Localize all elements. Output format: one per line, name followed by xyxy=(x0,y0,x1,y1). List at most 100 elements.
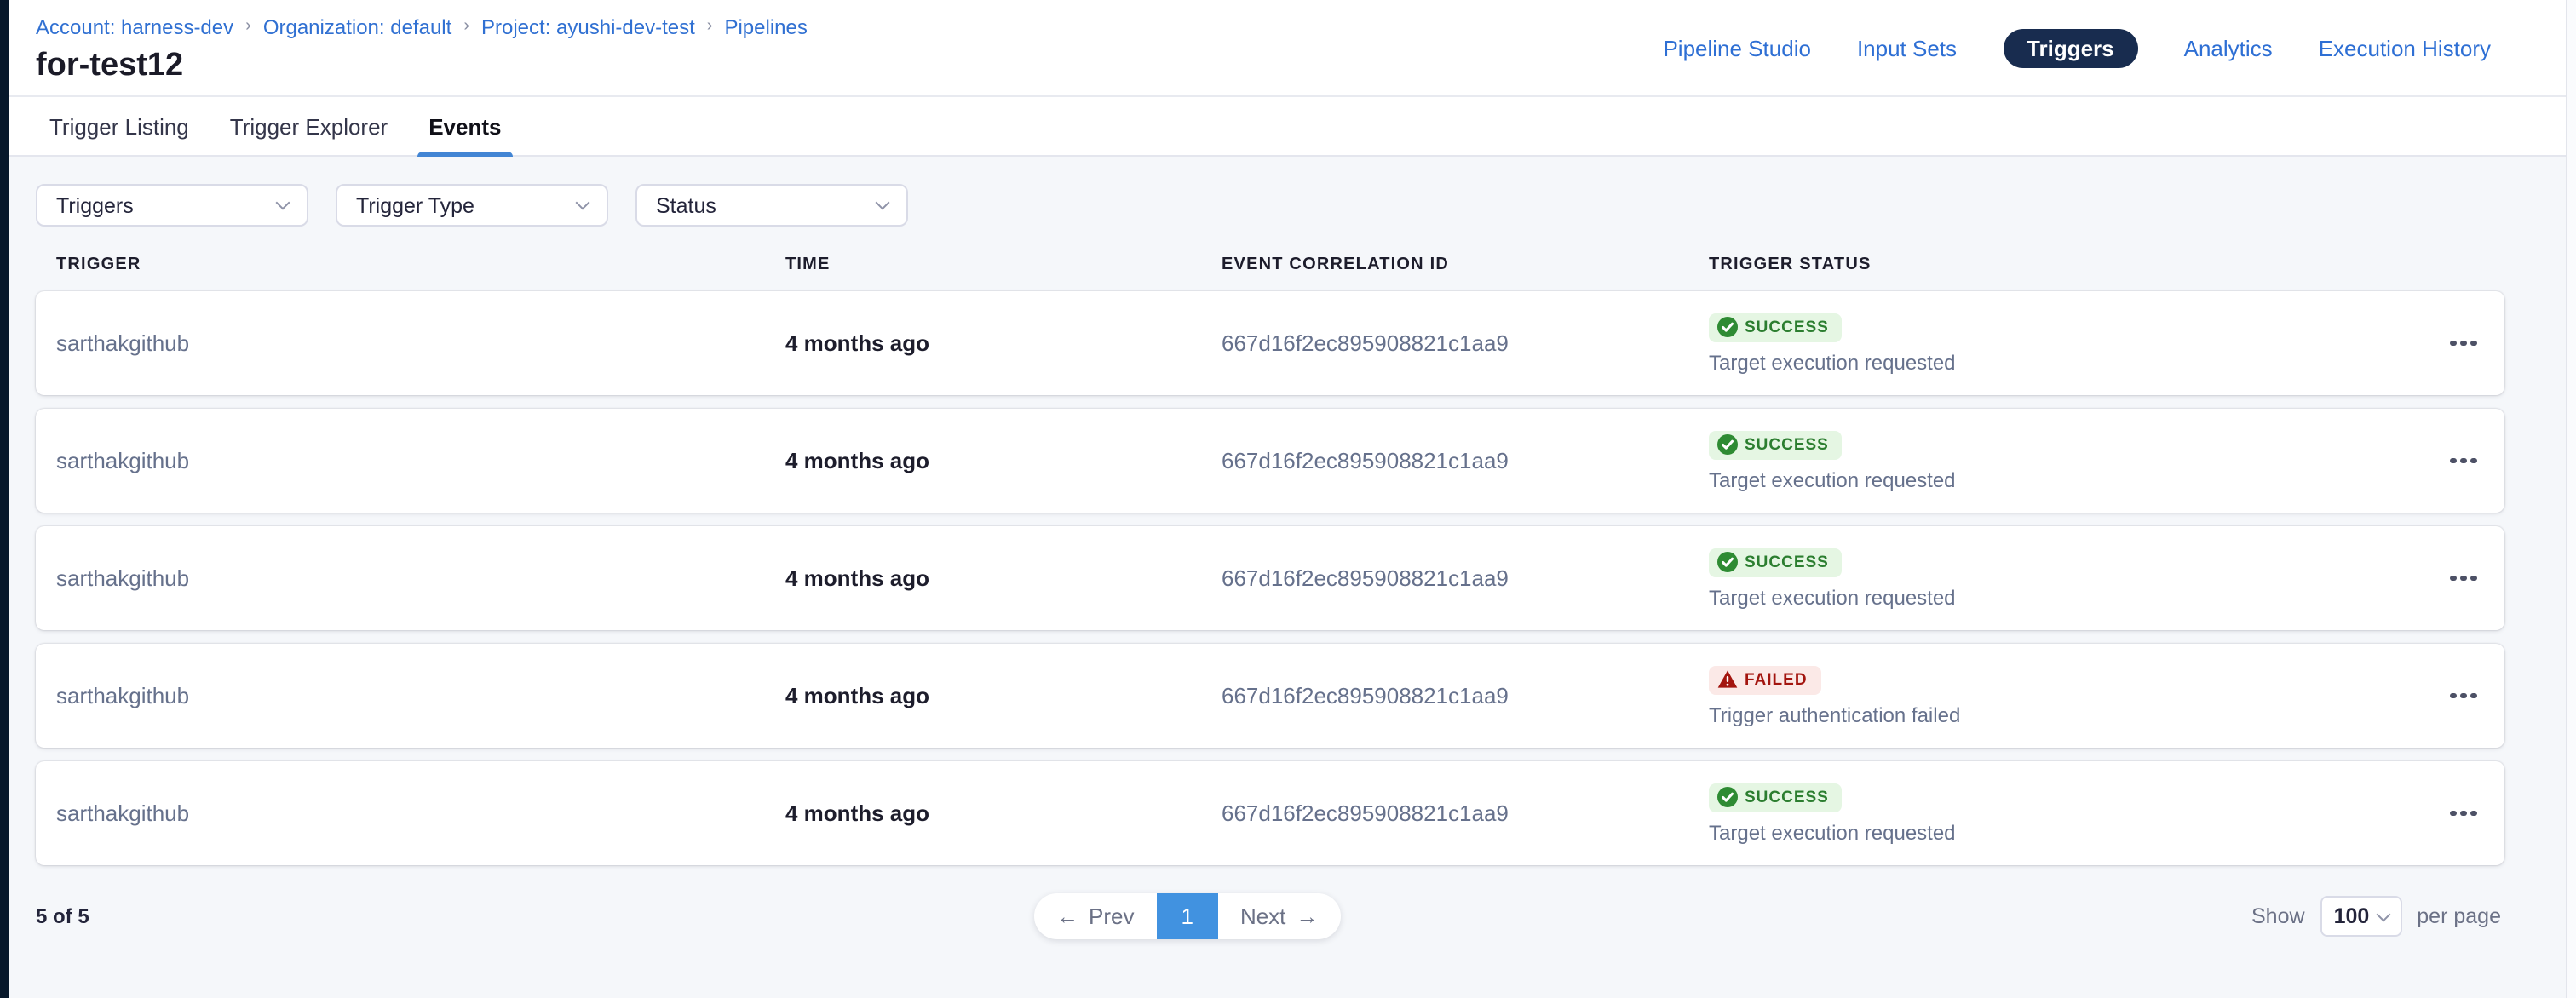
trigger-status-cell: SUCCESS Target execution requested xyxy=(1709,291,2423,395)
tab-events[interactable]: Events xyxy=(425,97,504,155)
status-message: Trigger authentication failed xyxy=(1709,703,2423,726)
trigger-name: sarthakgithub xyxy=(56,565,785,591)
trigger-status-cell: SUCCESS Target execution requested xyxy=(1709,761,2423,865)
nav-execution-history[interactable]: Execution History xyxy=(2319,35,2491,60)
next-page-button[interactable]: Next → xyxy=(1218,893,1340,939)
trigger-type-filter-dropdown[interactable]: Trigger Type xyxy=(336,184,608,227)
trigger-name: sarthakgithub xyxy=(56,683,785,708)
status-filter-label: Status xyxy=(656,193,716,217)
status-badge: FAILED xyxy=(1709,665,1821,694)
breadcrumb-separator-icon: › xyxy=(707,14,713,38)
column-header-time: TIME xyxy=(785,255,1222,274)
event-time: 4 months ago xyxy=(785,565,1222,591)
column-header-trigger-status: TRIGGER STATUS xyxy=(1709,255,2423,274)
status-message: Target execution requested xyxy=(1709,467,2423,491)
main-area: Account: harness-dev › Organization: def… xyxy=(9,0,2566,998)
event-correlation-id: 667d16f2ec895908821c1aa9 xyxy=(1222,683,1709,708)
page-size-value: 100 xyxy=(2334,904,2370,928)
table-row: sarthakgithub 4 months ago 667d16f2ec895… xyxy=(36,526,2504,630)
table-row: sarthakgithub 4 months ago 667d16f2ec895… xyxy=(36,761,2504,865)
page-size-select[interactable]: 100 xyxy=(2320,896,2402,937)
page-1-button[interactable]: 1 xyxy=(1156,893,1217,939)
breadcrumb-project-link[interactable]: Project: ayushi-dev-test xyxy=(481,15,695,39)
prev-page-button[interactable]: ← Prev xyxy=(1034,893,1156,939)
chevron-down-icon xyxy=(2376,907,2390,921)
page-size-controls: Show 100 per page xyxy=(2251,896,2504,937)
scrollbar-track[interactable] xyxy=(2566,0,2576,998)
chevron-down-icon xyxy=(576,196,590,210)
filter-bar: Triggers Trigger Type Status xyxy=(36,184,2566,227)
success-check-icon xyxy=(1717,317,1738,337)
app-window: Account: harness-dev › Organization: def… xyxy=(0,0,2576,998)
event-time: 4 months ago xyxy=(785,800,1222,826)
event-correlation-id: 667d16f2ec895908821c1aa9 xyxy=(1222,448,1709,473)
success-check-icon xyxy=(1717,552,1738,572)
nav-input-sets[interactable]: Input Sets xyxy=(1857,35,1957,60)
event-correlation-id: 667d16f2ec895908821c1aa9 xyxy=(1222,800,1709,826)
status-filter-dropdown[interactable]: Status xyxy=(635,184,908,227)
pagination-bar: 5 of 5 ← Prev 1 Next → Show 100 xyxy=(36,892,2504,940)
status-message: Target execution requested xyxy=(1709,820,2423,844)
prev-page-label: Prev xyxy=(1089,903,1134,929)
table-header: TRIGGER TIME EVENT CORRELATION ID TRIGGE… xyxy=(36,255,2504,274)
triggers-filter-dropdown[interactable]: Triggers xyxy=(36,184,308,227)
status-label: SUCCESS xyxy=(1745,318,1829,336)
column-header-trigger: TRIGGER xyxy=(56,255,785,274)
row-actions-menu-button[interactable] xyxy=(2423,796,2504,830)
per-page-label: per page xyxy=(2417,904,2501,928)
breadcrumb-pipelines-link[interactable]: Pipelines xyxy=(724,15,807,39)
nav-pipeline-studio[interactable]: Pipeline Studio xyxy=(1663,35,1810,60)
status-badge: SUCCESS xyxy=(1709,783,1843,812)
chevron-down-icon xyxy=(876,196,890,210)
nav-triggers[interactable]: Triggers xyxy=(2003,28,2138,67)
tab-trigger-listing[interactable]: Trigger Listing xyxy=(46,97,193,155)
row-actions-menu-button[interactable] xyxy=(2423,679,2504,713)
chevron-down-icon xyxy=(276,196,290,210)
arrow-right-icon: → xyxy=(1296,903,1318,929)
table-row: sarthakgithub 4 months ago 667d16f2ec895… xyxy=(36,291,2504,395)
arrow-left-icon: ← xyxy=(1056,903,1078,929)
event-time: 4 months ago xyxy=(785,683,1222,708)
status-message: Target execution requested xyxy=(1709,350,2423,374)
events-table: sarthakgithub 4 months ago 667d16f2ec895… xyxy=(36,291,2566,865)
status-badge: SUCCESS xyxy=(1709,430,1843,459)
nav-analytics[interactable]: Analytics xyxy=(2184,35,2273,60)
trigger-status-cell: SUCCESS Target execution requested xyxy=(1709,526,2423,630)
events-content: Triggers Trigger Type Status TRIGGER TIM… xyxy=(9,157,2566,998)
status-badge: SUCCESS xyxy=(1709,548,1843,576)
status-label: SUCCESS xyxy=(1745,435,1829,454)
trigger-name: sarthakgithub xyxy=(56,448,785,473)
status-label: SUCCESS xyxy=(1745,788,1829,806)
trigger-status-cell: SUCCESS Target execution requested xyxy=(1709,409,2423,513)
column-header-event-correlation-id: EVENT CORRELATION ID xyxy=(1222,255,1709,274)
event-time: 4 months ago xyxy=(785,330,1222,356)
next-page-label: Next xyxy=(1240,903,1285,929)
triggers-filter-label: Triggers xyxy=(56,193,134,217)
breadcrumb-separator-icon: › xyxy=(463,14,469,38)
status-badge: SUCCESS xyxy=(1709,313,1843,341)
pipeline-nav: Pipeline Studio Input Sets Triggers Anal… xyxy=(1663,0,2491,95)
event-correlation-id: 667d16f2ec895908821c1aa9 xyxy=(1222,565,1709,591)
page-header: Account: harness-dev › Organization: def… xyxy=(9,0,2566,95)
table-row: sarthakgithub 4 months ago 667d16f2ec895… xyxy=(36,409,2504,513)
trigger-name: sarthakgithub xyxy=(56,800,785,826)
breadcrumb-organization-link[interactable]: Organization: default xyxy=(263,15,452,39)
status-message: Target execution requested xyxy=(1709,585,2423,609)
trigger-type-filter-label: Trigger Type xyxy=(356,193,474,217)
tab-trigger-explorer[interactable]: Trigger Explorer xyxy=(227,97,391,155)
breadcrumb-separator-icon: › xyxy=(245,14,251,38)
sidebar-edge xyxy=(0,0,9,998)
status-label: SUCCESS xyxy=(1745,553,1829,571)
trigger-name: sarthakgithub xyxy=(56,330,785,356)
table-row: sarthakgithub 4 months ago 667d16f2ec895… xyxy=(36,644,2504,748)
breadcrumb-account-link[interactable]: Account: harness-dev xyxy=(36,15,233,39)
result-count: 5 of 5 xyxy=(36,904,89,928)
failed-warning-icon xyxy=(1717,669,1738,690)
pagination-pill: ← Prev 1 Next → xyxy=(1034,893,1340,939)
trigger-status-cell: FAILED Trigger authentication failed xyxy=(1709,644,2423,748)
event-time: 4 months ago xyxy=(785,448,1222,473)
row-actions-menu-button[interactable] xyxy=(2423,444,2504,478)
show-label: Show xyxy=(2251,904,2305,928)
row-actions-menu-button[interactable] xyxy=(2423,326,2504,360)
row-actions-menu-button[interactable] xyxy=(2423,561,2504,595)
